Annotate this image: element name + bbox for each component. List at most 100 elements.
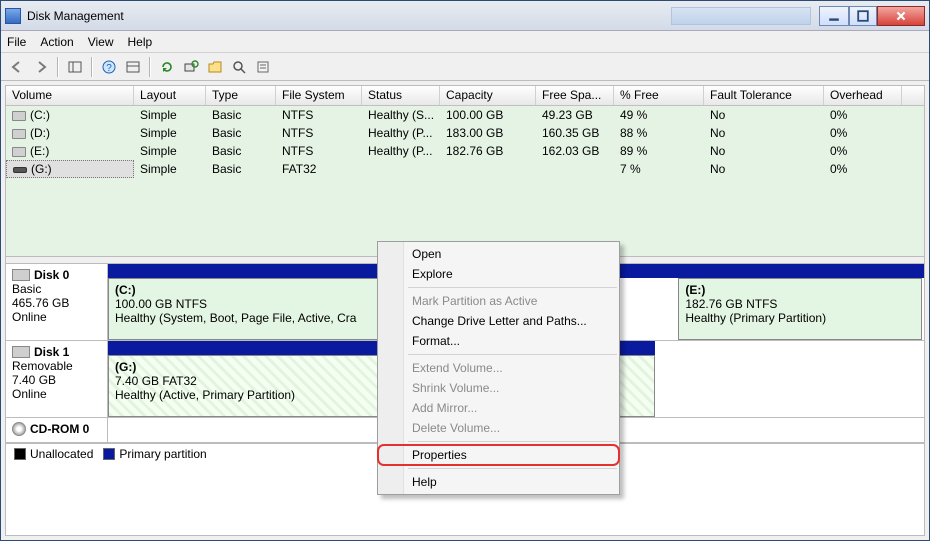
menu-item-explore[interactable]: Explore bbox=[378, 264, 619, 284]
menu-item-mark-partition-as-active: Mark Partition as Active bbox=[378, 291, 619, 311]
disk-type: Removable bbox=[12, 359, 101, 373]
col-status[interactable]: Status bbox=[362, 86, 440, 105]
volume-row[interactable]: (C:)SimpleBasicNTFSHealthy (S...100.00 G… bbox=[6, 106, 924, 124]
minimize-button[interactable] bbox=[819, 6, 849, 26]
cell: NTFS bbox=[276, 107, 362, 123]
cell: (D:) bbox=[6, 125, 134, 141]
cell: 160.35 GB bbox=[536, 125, 614, 141]
forward-button[interactable] bbox=[31, 57, 51, 77]
col-free-space[interactable]: Free Spa... bbox=[536, 86, 614, 105]
title-text: Disk Management bbox=[27, 9, 671, 23]
view-options-button[interactable] bbox=[123, 57, 143, 77]
volume-icon bbox=[13, 167, 27, 173]
settings-icon[interactable] bbox=[253, 57, 273, 77]
cell: 183.00 GB bbox=[440, 125, 536, 141]
app-icon bbox=[5, 8, 21, 24]
menu-view[interactable]: View bbox=[88, 35, 114, 49]
cell: No bbox=[704, 161, 824, 177]
legend-primary-label: Primary partition bbox=[119, 447, 206, 461]
swatch-unallocated bbox=[14, 448, 26, 460]
help-button[interactable]: ? bbox=[99, 57, 119, 77]
menu-separator bbox=[408, 354, 617, 355]
open-icon[interactable] bbox=[205, 57, 225, 77]
col-file-system[interactable]: File System bbox=[276, 86, 362, 105]
menu-item-open[interactable]: Open bbox=[378, 244, 619, 264]
cell: Basic bbox=[206, 125, 276, 141]
toolbar-separator bbox=[57, 57, 59, 77]
col-layout[interactable]: Layout bbox=[134, 86, 206, 105]
cell: NTFS bbox=[276, 143, 362, 159]
back-button[interactable] bbox=[7, 57, 27, 77]
cell: Basic bbox=[206, 143, 276, 159]
disk-size: 7.40 GB bbox=[12, 373, 101, 387]
cell bbox=[440, 168, 536, 170]
cell: No bbox=[704, 125, 824, 141]
disk-status: Online bbox=[12, 387, 101, 401]
menu-action[interactable]: Action bbox=[40, 35, 73, 49]
col-fault-tolerance[interactable]: Fault Tolerance bbox=[704, 86, 824, 105]
menu-item-help[interactable]: Help bbox=[378, 472, 619, 492]
search-icon[interactable] bbox=[229, 57, 249, 77]
title-bar[interactable]: Disk Management bbox=[1, 1, 929, 31]
partition[interactable]: (E:) 182.76 GB NTFS Healthy (Primary Par… bbox=[678, 278, 922, 340]
menu-file[interactable]: File bbox=[7, 35, 26, 49]
cell: Healthy (P... bbox=[362, 143, 440, 159]
partition-status: Healthy (Primary Partition) bbox=[685, 311, 915, 325]
disk-label-pane[interactable]: CD-ROM 0 bbox=[6, 418, 108, 442]
menu-help[interactable]: Help bbox=[128, 35, 153, 49]
partition-status: Healthy (System, Boot, Page File, Active… bbox=[115, 311, 401, 325]
context-menu[interactable]: OpenExplore Mark Partition as ActiveChang… bbox=[377, 241, 620, 495]
cell: 49 % bbox=[614, 107, 704, 123]
rescan-disks-button[interactable] bbox=[181, 57, 201, 77]
menu-item-change-drive-letter-and-paths[interactable]: Change Drive Letter and Paths... bbox=[378, 311, 619, 331]
cell: 182.76 GB bbox=[440, 143, 536, 159]
disk-name: Disk 0 bbox=[34, 268, 69, 282]
volume-grid-body[interactable]: (C:)SimpleBasicNTFSHealthy (S...100.00 G… bbox=[6, 106, 924, 256]
cell: FAT32 bbox=[276, 161, 362, 177]
cell: No bbox=[704, 143, 824, 159]
partition[interactable]: (C:) 100.00 GB NTFS Healthy (System, Boo… bbox=[108, 278, 408, 340]
col-type[interactable]: Type bbox=[206, 86, 276, 105]
cell: Simple bbox=[134, 143, 206, 159]
cell: Simple bbox=[134, 161, 206, 177]
cell: Basic bbox=[206, 107, 276, 123]
volume-icon bbox=[12, 129, 26, 139]
disk-name: CD-ROM 0 bbox=[30, 422, 89, 436]
menu-item-delete-volume: Delete Volume... bbox=[378, 418, 619, 438]
col-overhead[interactable]: Overhead bbox=[824, 86, 902, 105]
hdd-icon bbox=[12, 346, 30, 358]
cell: 0% bbox=[824, 107, 902, 123]
cell: NTFS bbox=[276, 125, 362, 141]
cell: (C:) bbox=[6, 107, 134, 123]
toolbar-separator bbox=[149, 57, 151, 77]
hdd-icon bbox=[12, 269, 30, 281]
col-volume[interactable]: Volume bbox=[6, 86, 134, 105]
cell: 0% bbox=[824, 161, 902, 177]
cell: 49.23 GB bbox=[536, 107, 614, 123]
swatch-primary bbox=[103, 448, 115, 460]
cd-icon bbox=[12, 422, 26, 436]
cell bbox=[536, 168, 614, 170]
disk-label-pane[interactable]: Disk 0 Basic 465.76 GB Online bbox=[6, 264, 108, 340]
close-button[interactable] bbox=[877, 6, 925, 26]
disk-label-pane[interactable]: Disk 1 Removable 7.40 GB Online bbox=[6, 341, 108, 417]
volume-icon bbox=[12, 111, 26, 121]
cell: 7 % bbox=[614, 161, 704, 177]
cell: Healthy (P... bbox=[362, 125, 440, 141]
volume-row[interactable]: (D:)SimpleBasicNTFSHealthy (P...183.00 G… bbox=[6, 124, 924, 142]
menu-item-properties[interactable]: Properties bbox=[378, 445, 619, 465]
maximize-button[interactable] bbox=[849, 6, 877, 26]
col-capacity[interactable]: Capacity bbox=[440, 86, 536, 105]
disk-status: Online bbox=[12, 310, 101, 324]
volume-row[interactable]: (G:)SimpleBasicFAT327 %No0% bbox=[6, 160, 924, 178]
cell: Basic bbox=[206, 161, 276, 177]
legend-unallocated: Unallocated bbox=[14, 447, 93, 461]
partition-label: (C:) bbox=[115, 283, 401, 297]
menu-item-format[interactable]: Format... bbox=[378, 331, 619, 351]
refresh-button[interactable] bbox=[157, 57, 177, 77]
volume-row[interactable]: (E:)SimpleBasicNTFSHealthy (P...182.76 G… bbox=[6, 142, 924, 160]
show-hide-tree-button[interactable] bbox=[65, 57, 85, 77]
col-percent-free[interactable]: % Free bbox=[614, 86, 704, 105]
menu-item-extend-volume: Extend Volume... bbox=[378, 358, 619, 378]
menu-item-shrink-volume: Shrink Volume... bbox=[378, 378, 619, 398]
